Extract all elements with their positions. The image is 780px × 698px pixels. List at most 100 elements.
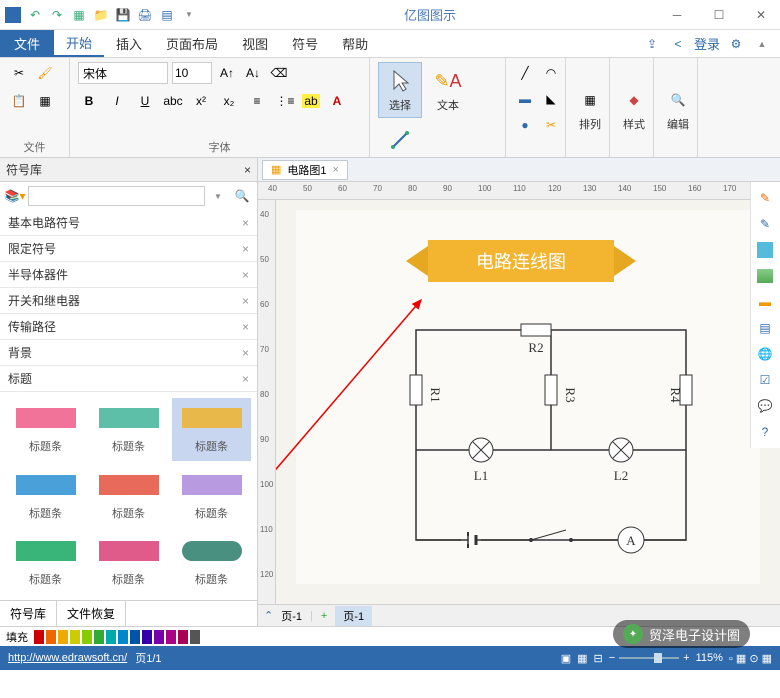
italic-icon[interactable]: I <box>106 90 128 112</box>
fit-icon[interactable]: ⊟ <box>594 652 603 665</box>
minimize-button[interactable]: ─ <box>662 5 692 25</box>
color-swatch[interactable] <box>46 630 56 644</box>
share-icon[interactable]: < <box>668 34 688 54</box>
sidebar-pin-icon[interactable]: × <box>244 163 251 177</box>
layers-icon[interactable]: ▬ <box>753 290 777 314</box>
fill-icon[interactable] <box>753 238 777 262</box>
rect-shape-icon[interactable]: ▬ <box>514 88 536 110</box>
qat-dropdown-icon[interactable]: ▼ <box>180 6 198 24</box>
undo-icon[interactable]: ↶ <box>26 6 44 24</box>
close-icon[interactable]: × <box>242 294 249 308</box>
app-icon[interactable] <box>4 6 22 24</box>
zoom-slider[interactable]: − + <box>609 652 690 664</box>
font-color-icon[interactable]: A <box>326 90 348 112</box>
shape-item[interactable]: 标题条 <box>89 531 168 594</box>
search-input[interactable] <box>28 186 205 206</box>
zoom-in-icon[interactable]: + <box>683 652 689 664</box>
superscript-icon[interactable]: x² <box>190 90 212 112</box>
doc-tab[interactable]: ▦ 电路图1 × <box>262 160 348 180</box>
comment-icon[interactable]: 💬 <box>753 394 777 418</box>
color-swatch[interactable] <box>58 630 68 644</box>
lib-item[interactable]: 半导体器件× <box>0 262 257 288</box>
settings-icon[interactable]: ⚙ <box>726 34 746 54</box>
close-icon[interactable]: × <box>242 268 249 282</box>
style-button[interactable]: ◆样式 <box>618 82 650 136</box>
lib-item[interactable]: 背景× <box>0 340 257 366</box>
shape-item[interactable]: 标题条 <box>89 398 168 461</box>
view-icon[interactable]: ▣ <box>561 652 571 665</box>
zoom-track[interactable] <box>619 657 679 659</box>
increase-font-icon[interactable]: A↑ <box>216 62 238 84</box>
tab-help[interactable]: 帮助 <box>330 30 380 57</box>
close-icon[interactable]: × <box>242 346 249 360</box>
pencil-icon[interactable]: ✎ <box>753 186 777 210</box>
save-icon[interactable]: 💾 <box>114 6 132 24</box>
pages-icon[interactable]: ▤ <box>753 316 777 340</box>
tab-symbol[interactable]: 符号 <box>280 30 330 57</box>
grid-icon[interactable]: ▦ <box>577 652 587 665</box>
clear-format-icon[interactable]: ⌫ <box>268 62 290 84</box>
highlighter-icon[interactable]: ✎ <box>753 212 777 236</box>
page-nav-left[interactable]: 页-1 <box>281 608 302 624</box>
close-icon[interactable]: × <box>242 320 249 334</box>
color-swatch[interactable] <box>178 630 188 644</box>
font-family-select[interactable] <box>78 62 168 84</box>
bold-icon[interactable]: B <box>78 90 100 112</box>
line-shape-icon[interactable]: ╱ <box>514 62 536 84</box>
sidebar-tab-recovery[interactable]: 文件恢复 <box>57 601 126 626</box>
misc-shape-icon[interactable]: ◣ <box>540 88 562 110</box>
lib-item[interactable]: 限定符号× <box>0 236 257 262</box>
library-dropdown-icon[interactable]: 📚▾ <box>4 185 26 207</box>
circle-shape-icon[interactable]: ● <box>514 114 536 136</box>
format-painter-icon[interactable]: 🖌 <box>34 62 56 84</box>
color-swatch[interactable] <box>82 630 92 644</box>
sidebar-tab-library[interactable]: 符号库 <box>0 601 57 626</box>
page-add-icon[interactable]: + <box>321 610 327 622</box>
zoom-value[interactable]: 115% <box>696 652 723 664</box>
shape-item[interactable]: 标题条 <box>172 465 251 528</box>
highlight-icon[interactable]: ab <box>302 94 320 108</box>
bullets-icon[interactable]: ⋮≡ <box>274 90 296 112</box>
login-link[interactable]: 登录 <box>694 34 720 53</box>
lib-item[interactable]: 传输路径× <box>0 314 257 340</box>
select-tool[interactable]: 选择 <box>378 62 422 118</box>
lib-item[interactable]: 基本电路符号× <box>0 210 257 236</box>
color-swatch[interactable] <box>130 630 140 644</box>
redo-icon[interactable]: ↷ <box>48 6 66 24</box>
search-dropdown-icon[interactable]: ▼ <box>207 185 229 207</box>
color-swatch[interactable] <box>70 630 80 644</box>
task-icon[interactable]: ☑ <box>753 368 777 392</box>
arrange-button[interactable]: ▦排列 <box>574 82 606 136</box>
cut-icon[interactable]: ✂ <box>8 62 30 84</box>
subscript-icon[interactable]: x₂ <box>218 90 240 112</box>
canvas[interactable]: 电路连线图 R1 <box>276 200 780 604</box>
crop-icon[interactable]: ✂ <box>540 114 562 136</box>
print-icon[interactable]: 🖨 <box>136 6 154 24</box>
tab-layout[interactable]: 页面布局 <box>154 30 230 57</box>
close-icon[interactable]: × <box>242 216 249 230</box>
strikethrough-icon[interactable]: abc <box>162 90 184 112</box>
help-icon[interactable]: ? <box>753 420 777 444</box>
close-icon[interactable]: × <box>242 242 249 256</box>
close-button[interactable]: ✕ <box>746 5 776 25</box>
shape-item[interactable]: 标题条 <box>172 531 251 594</box>
font-size-select[interactable] <box>172 62 212 84</box>
color-swatch[interactable] <box>166 630 176 644</box>
tab-start[interactable]: 开始 <box>54 30 104 57</box>
paste-icon[interactable]: 📋 <box>8 90 30 112</box>
copy-icon[interactable]: ▦ <box>34 90 56 112</box>
shape-item[interactable]: 标题条 <box>6 465 85 528</box>
tab-file[interactable]: 文件 <box>0 30 54 57</box>
shape-item[interactable]: 标题条 <box>89 465 168 528</box>
page-nav-prev-icon[interactable]: ⌃ <box>264 609 273 622</box>
tab-insert[interactable]: 插入 <box>104 30 154 57</box>
globe-icon[interactable]: 🌐 <box>753 342 777 366</box>
collapse-ribbon-icon[interactable]: ▲ <box>752 34 772 54</box>
title-banner[interactable]: 电路连线图 <box>406 240 636 282</box>
decrease-font-icon[interactable]: A↓ <box>242 62 264 84</box>
export-share-icon[interactable]: ⇪ <box>642 34 662 54</box>
color-swatch[interactable] <box>94 630 104 644</box>
color-swatch[interactable] <box>118 630 128 644</box>
text-tool[interactable]: ✎A 文本 <box>426 63 470 117</box>
tab-view[interactable]: 视图 <box>230 30 280 57</box>
